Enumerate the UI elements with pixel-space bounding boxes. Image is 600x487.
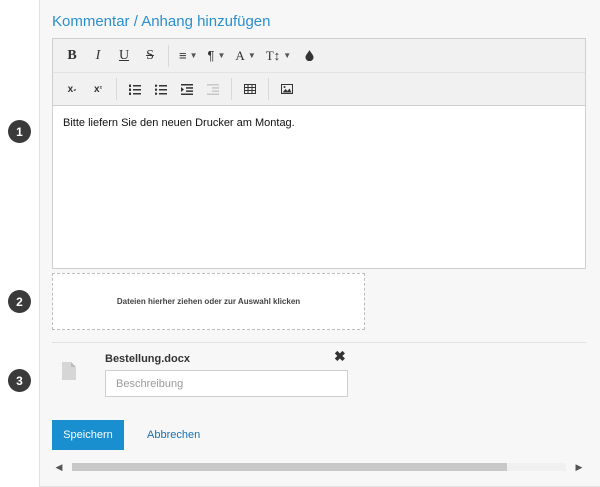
chevron-down-icon: ▼ xyxy=(247,51,256,60)
scrollbar-thumb[interactable] xyxy=(72,463,507,471)
section-divider xyxy=(52,342,586,343)
editor-toolbar: B I U S ≡ ▼ ¶ ▼ A ▼ T↕ ▼ x₂ x² xyxy=(53,39,585,106)
ordered-list-icon xyxy=(129,84,141,95)
toolbar-row-2: x₂ x² xyxy=(53,72,585,105)
superscript-button[interactable]: x² xyxy=(85,77,111,101)
bullet-list-button[interactable] xyxy=(148,77,174,101)
toolbar-row-1: B I U S ≡ ▼ ¶ ▼ A ▼ T↕ ▼ xyxy=(53,39,585,72)
indent-button[interactable] xyxy=(174,77,200,101)
table-icon xyxy=(244,84,256,94)
file-dropzone[interactable]: Dateien hierher ziehen oder zur Auswahl … xyxy=(52,273,365,330)
indent-icon xyxy=(181,83,193,95)
paragraph-icon: ¶ xyxy=(207,48,215,63)
chevron-down-icon: ▼ xyxy=(283,51,292,60)
attachment-description-input[interactable] xyxy=(105,370,348,397)
underline-button[interactable]: U xyxy=(111,44,137,68)
subscript-button[interactable]: x₂ xyxy=(59,77,85,101)
cancel-link[interactable]: Abbrechen xyxy=(147,429,200,441)
toolbar-separator xyxy=(116,78,117,100)
align-dropdown[interactable]: ≡ ▼ xyxy=(174,44,203,68)
strikethrough-button[interactable]: S xyxy=(137,44,163,68)
image-icon xyxy=(281,84,293,94)
color-button[interactable] xyxy=(296,44,322,68)
toolbar-separator xyxy=(268,78,269,100)
step-badge-1: 1 xyxy=(8,120,31,143)
font-icon: A xyxy=(235,47,245,63)
table-button[interactable] xyxy=(237,77,263,101)
image-button[interactable] xyxy=(274,77,300,101)
paragraph-dropdown[interactable]: ¶ ▼ xyxy=(203,44,231,68)
toolbar-separator xyxy=(168,44,169,67)
bold-button[interactable]: B xyxy=(59,44,85,68)
horizontal-scrollbar[interactable]: ◀ ▶ xyxy=(52,460,586,474)
attachment-filename: Bestellung.docx xyxy=(105,353,190,365)
step-badge-2: 2 xyxy=(8,290,31,313)
chevron-down-icon: ▼ xyxy=(189,51,198,60)
italic-button[interactable]: I xyxy=(85,44,111,68)
bullet-list-icon xyxy=(155,84,167,95)
rich-text-editor: B I U S ≡ ▼ ¶ ▼ A ▼ T↕ ▼ x₂ x² Bitte lie… xyxy=(52,38,586,269)
chevron-down-icon: ▼ xyxy=(217,51,226,60)
toolbar-separator xyxy=(231,78,232,100)
font-size-icon: T↕ xyxy=(265,47,281,63)
font-size-dropdown[interactable]: T↕ ▼ xyxy=(261,44,296,68)
file-icon xyxy=(62,362,76,380)
step-badge-3: 3 xyxy=(8,369,31,392)
save-button[interactable]: Speichern xyxy=(52,420,124,450)
panel-title: Kommentar / Anhang hinzufügen xyxy=(52,13,271,30)
scroll-left-icon[interactable]: ◀ xyxy=(52,462,66,473)
align-icon: ≡ xyxy=(179,48,187,63)
remove-attachment-icon[interactable]: ✖ xyxy=(334,348,346,365)
outdent-icon xyxy=(207,83,219,95)
droplet-icon xyxy=(305,50,314,61)
scroll-right-icon[interactable]: ▶ xyxy=(572,462,586,473)
scrollbar-track[interactable] xyxy=(72,463,566,471)
ordered-list-button[interactable] xyxy=(122,77,148,101)
font-dropdown[interactable]: A ▼ xyxy=(230,44,260,68)
editor-content[interactable]: Bitte liefern Sie den neuen Drucker am M… xyxy=(53,106,585,140)
outdent-button[interactable] xyxy=(200,77,226,101)
